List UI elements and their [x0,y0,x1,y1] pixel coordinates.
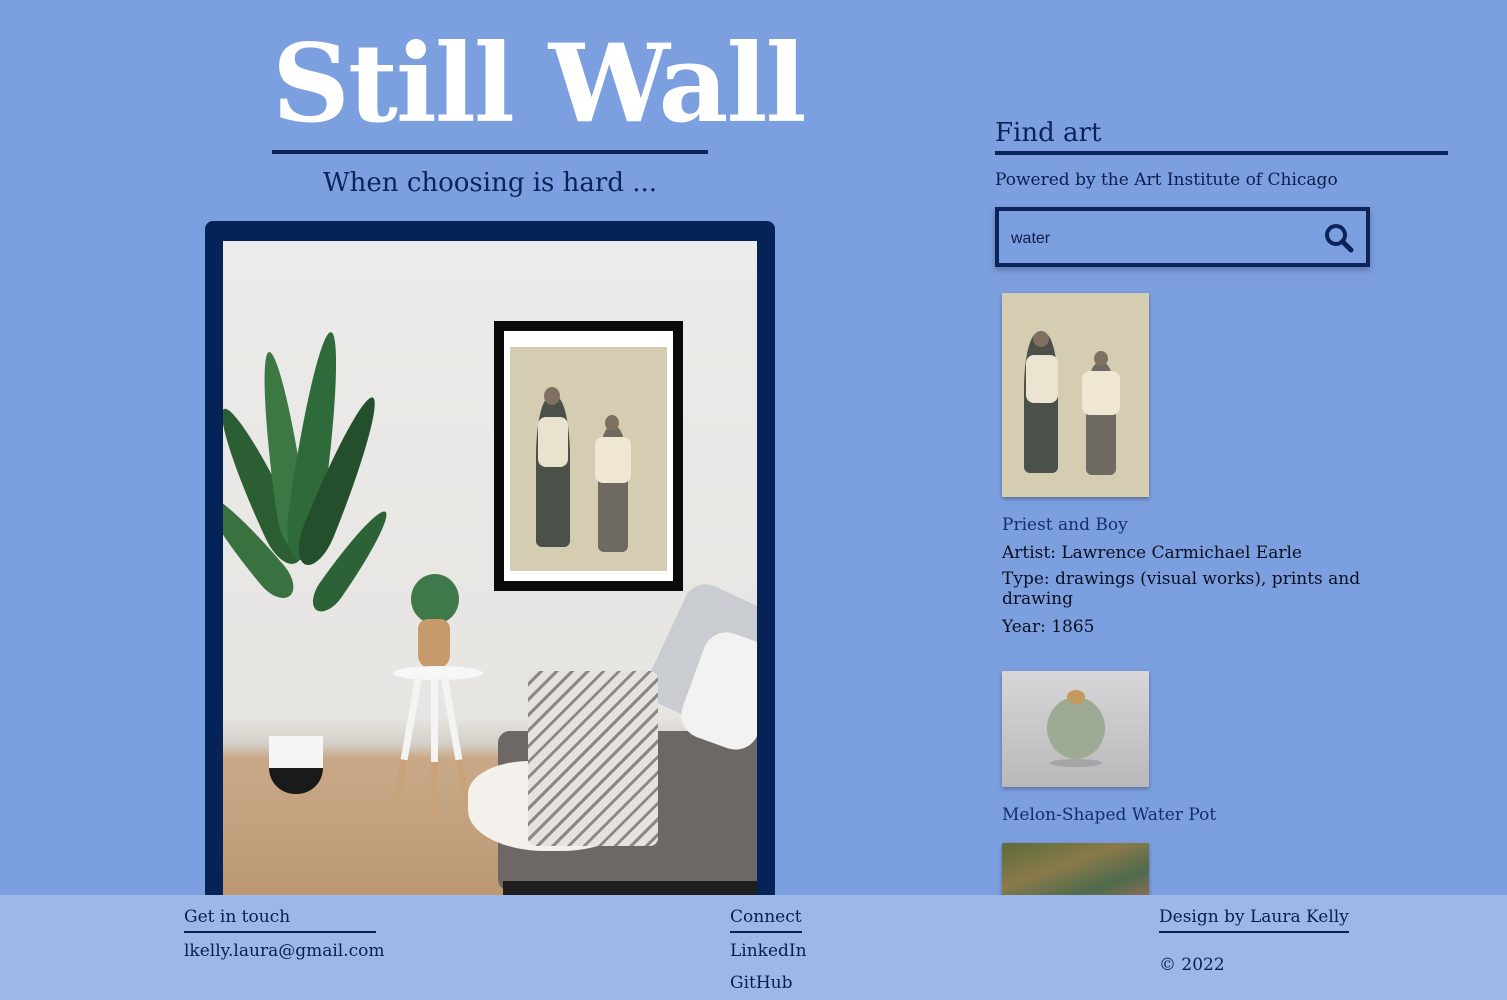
search-button[interactable] [1322,221,1356,255]
artwork-thumbnail[interactable] [1002,671,1149,787]
find-art-heading: Find art [995,115,1448,155]
result-year: Year: 1865 [1002,617,1095,637]
connect-heading: Connect [730,907,802,933]
email-link[interactable]: lkelly.laura@gmail.com [184,941,385,961]
search-icon [1325,224,1354,253]
result-card[interactable]: Melon-Shaped Water Pot [1002,671,1372,827]
room-mockup-image [223,241,757,921]
result-card[interactable]: Priest and Boy Artist: Lawrence Carmicha… [1002,293,1372,637]
footer-contact: Get in touch lkelly.laura@gmail.com [184,907,385,961]
footer-credits: Design by Laura Kelly © 2022 [1159,907,1349,975]
contact-heading: Get in touch [184,907,376,933]
artwork-thumbnail[interactable] [1002,843,1149,903]
wall-framed-artwork [494,321,683,591]
result-title[interactable]: Melon-Shaped Water Pot [1002,803,1372,827]
search-results: Priest and Boy Artist: Lawrence Carmicha… [1002,293,1372,929]
result-artist: Artist: Lawrence Carmichael Earle [1002,543,1302,563]
site-subtitle: When choosing is hard ... [322,168,658,198]
result-title[interactable]: Priest and Boy [1002,513,1372,537]
search-input[interactable] [1009,225,1313,253]
site-footer: Get in touch lkelly.laura@gmail.com Conn… [0,895,1507,1000]
result-type: Type: drawings (visual works), prints an… [1002,569,1361,609]
search-box [995,207,1370,267]
linkedin-link[interactable]: LinkedIn [730,941,807,961]
result-card[interactable] [1002,843,1372,903]
footer-connect: Connect LinkedIn GitHub [730,907,807,993]
artwork-thumbnail[interactable] [1002,293,1149,497]
site-title: Still Wall [272,22,807,155]
wall-preview-frame [205,221,775,921]
powered-by-text: Powered by the Art Institute of Chicago [995,170,1338,190]
github-link[interactable]: GitHub [730,973,807,993]
copyright-text: © 2022 [1159,955,1225,975]
design-credit: Design by Laura Kelly [1159,907,1349,933]
